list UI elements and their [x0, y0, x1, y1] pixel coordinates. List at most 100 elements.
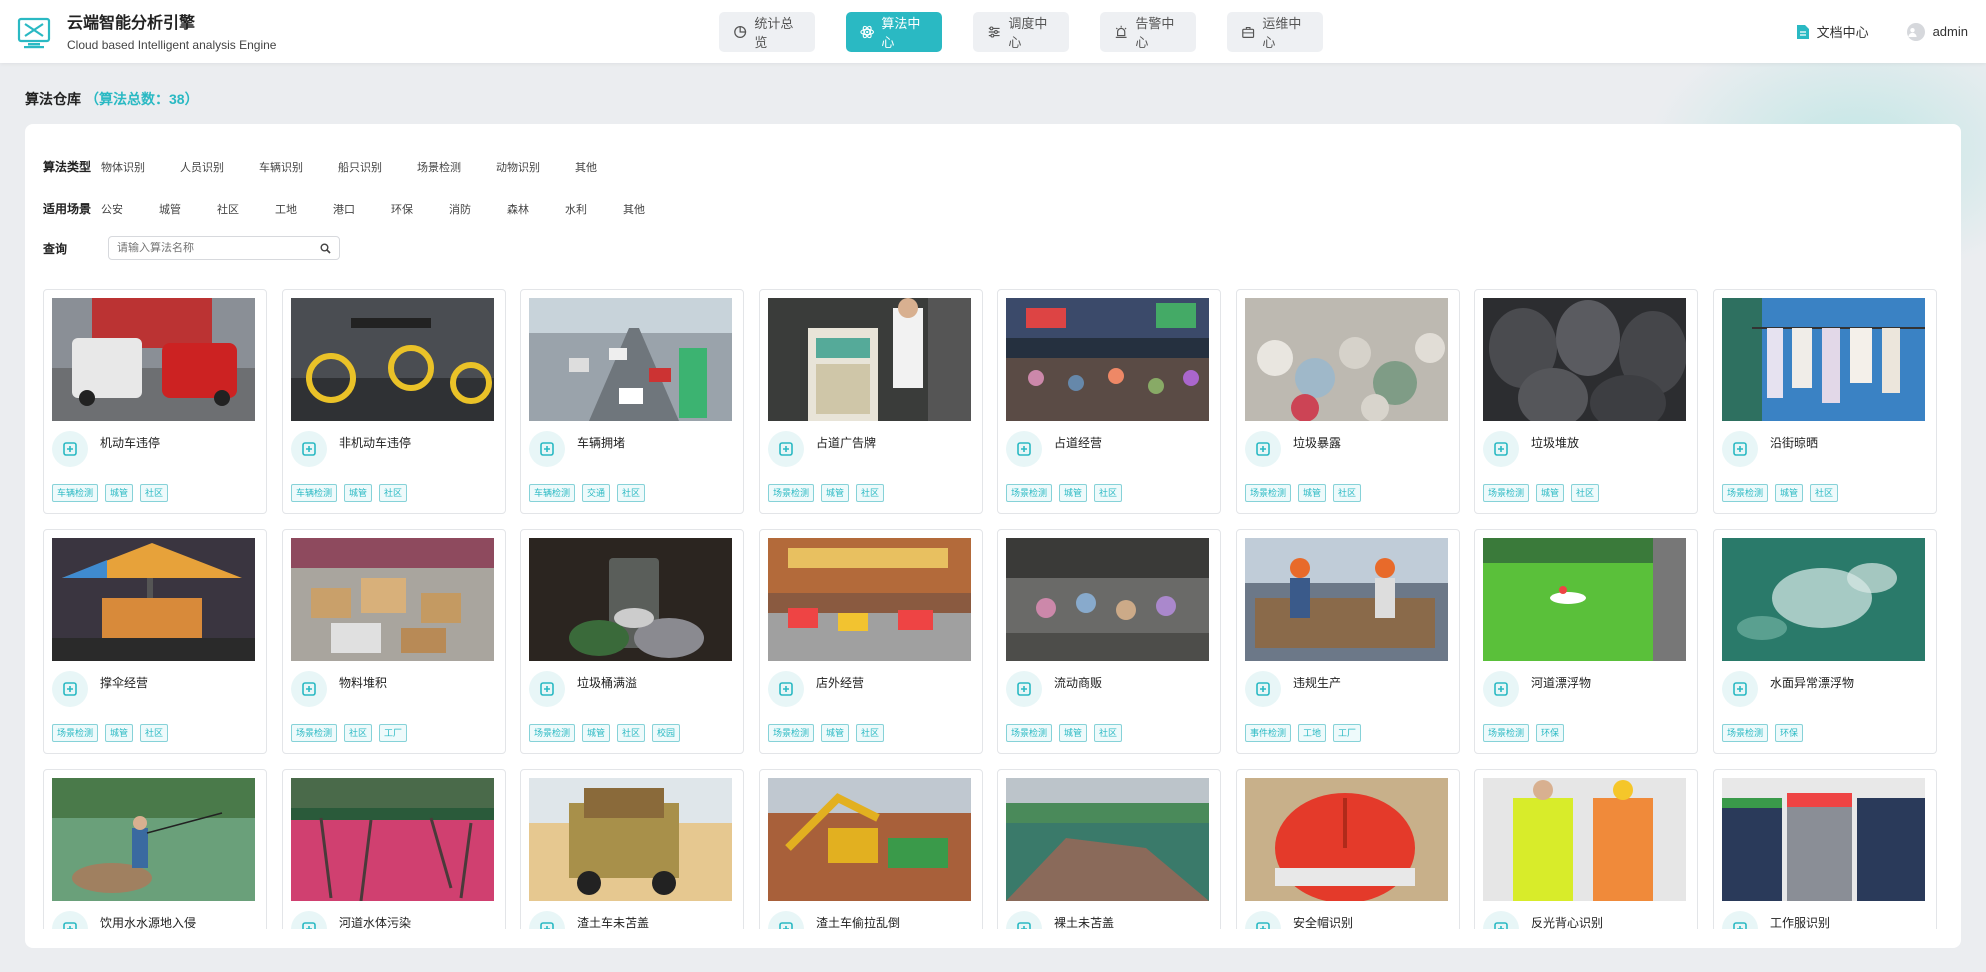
tag: 社区: [1094, 724, 1123, 742]
algorithm-name: 非机动车违停: [339, 436, 412, 450]
filter-type-option[interactable]: 物体识别: [101, 159, 180, 175]
tag: 城管: [105, 484, 134, 502]
nav-label: 算法中心: [881, 16, 921, 50]
algorithm-thumbnail: [1722, 298, 1925, 421]
truck-icon: [529, 911, 565, 929]
truck-dump-icon: [768, 911, 804, 929]
filter-label: 算法类型: [43, 160, 92, 174]
filter-scene-option[interactable]: 环保: [391, 201, 449, 217]
page-title-text: 算法仓库: [25, 91, 81, 107]
header-right: 文档中心 admin: [1758, 0, 1968, 63]
filter-scene-option[interactable]: 港口: [333, 201, 391, 217]
filter-scene-option[interactable]: 水利: [565, 201, 623, 217]
algorithm-card[interactable]: 工作服识别: [1713, 769, 1937, 929]
tag-list: 场景检测 环保: [1722, 724, 1810, 742]
algorithm-card[interactable]: 占道广告牌 场景检测 城管 社区: [759, 289, 983, 514]
nav-algorithm-center[interactable]: 算法中心: [846, 12, 942, 52]
algorithm-card[interactable]: 违规生产 事件检测 工地 工厂: [1236, 529, 1460, 754]
algorithm-card[interactable]: 河道水体污染: [282, 769, 506, 929]
filter-type-option[interactable]: 场景检测: [417, 159, 496, 175]
algorithm-card[interactable]: 垃圾暴露 场景检测 城管 社区: [1236, 289, 1460, 514]
algorithm-card[interactable]: 机动车违停 车辆检测 城管 社区: [43, 289, 267, 514]
pollution-icon: [291, 911, 327, 929]
algorithm-thumbnail: [1006, 778, 1209, 901]
algorithm-card[interactable]: 渣土车偷拉乱倒: [759, 769, 983, 929]
filter-scene-option[interactable]: 森林: [507, 201, 565, 217]
algorithm-grid: 机动车违停 车辆检测 城管 社区 非机动车违停 车辆检测 城管 社区 车辆拥堵 车辆检测 交通 社区占…: [43, 289, 1948, 929]
algorithm-card[interactable]: 物料堆积 场景检测 社区 工厂: [282, 529, 506, 754]
filter-type-option[interactable]: 人员识别: [180, 159, 259, 175]
algorithm-card[interactable]: 垃圾堆放 场景检测 城管 社区: [1474, 289, 1698, 514]
filter-scene-option[interactable]: 工地: [275, 201, 333, 217]
algorithm-card[interactable]: 车辆拥堵 车辆检测 交通 社区: [520, 289, 744, 514]
algorithm-thumbnail: [1483, 298, 1686, 421]
nav-alarm-center[interactable]: 告警中心: [1100, 12, 1196, 52]
nav-ops-center[interactable]: 运维中心: [1227, 12, 1323, 52]
algorithm-card[interactable]: 撑伞经营 场景检测 城管 社区: [43, 529, 267, 754]
algorithm-card[interactable]: 裸土未苫盖: [997, 769, 1221, 929]
tag: 城管: [344, 484, 373, 502]
filter-scene-option[interactable]: 公安: [101, 201, 159, 217]
tag: 场景检测: [1245, 484, 1292, 502]
filter-scene-option[interactable]: 消防: [449, 201, 507, 217]
algorithm-card[interactable]: 沿街晾晒 场景检测 城管 社区: [1713, 289, 1937, 514]
tag: 场景检测: [52, 724, 99, 742]
brand[interactable]: 云端智能分析引擎 Cloud based Intelligent analysi…: [17, 14, 276, 52]
filter-scene-option[interactable]: 社区: [217, 201, 275, 217]
algorithm-thumbnail: [52, 538, 255, 661]
filter-type-option[interactable]: 其他: [575, 159, 654, 175]
tag: 场景检测: [1006, 484, 1053, 502]
tag: 场景检测: [291, 724, 338, 742]
username: admin: [1932, 24, 1968, 39]
algorithm-card[interactable]: 饮用水水源地入侵: [43, 769, 267, 929]
algorithm-thumbnail: [1483, 538, 1686, 661]
search-icon[interactable]: [320, 243, 331, 254]
tag-list: 场景检测 社区 工厂: [291, 724, 414, 742]
tag: 交通: [582, 484, 611, 502]
tag-list: 场景检测 城管 社区: [52, 724, 175, 742]
document-icon: [1796, 24, 1809, 39]
algorithm-card[interactable]: 流动商贩 场景检测 城管 社区: [997, 529, 1221, 754]
filter-type-option[interactable]: 动物识别: [496, 159, 575, 175]
filter-scene-option[interactable]: 城管: [159, 201, 217, 217]
search-input[interactable]: [117, 242, 307, 254]
nav-label: 统计总览: [754, 16, 794, 50]
nav-label: 运维中心: [1262, 16, 1302, 50]
docs-center-link[interactable]: 文档中心: [1796, 22, 1869, 41]
tag-list: 场景检测 城管 社区: [1245, 484, 1368, 502]
brand-subtitle: Cloud based Intelligent analysis Engine: [67, 38, 277, 52]
user-menu[interactable]: admin: [1906, 22, 1968, 41]
algorithm-card[interactable]: 水面异常漂浮物 场景检测 环保: [1713, 529, 1937, 754]
nav-dispatch-center[interactable]: 调度中心: [973, 12, 1069, 52]
algorithm-thumbnail: [52, 778, 255, 901]
pie-chart-icon: [734, 25, 747, 39]
algorithm-name: 沿街晾晒: [1770, 436, 1819, 450]
algorithm-card[interactable]: 安全帽识别: [1236, 769, 1460, 929]
soil-icon: [1006, 911, 1042, 929]
tag: 城管: [105, 724, 134, 742]
algorithm-name: 垃圾桶满溢: [577, 676, 638, 690]
nav-stats-overview[interactable]: 统计总览: [719, 12, 815, 52]
billboard-icon: [768, 431, 804, 467]
filter-scene-option[interactable]: 其他: [623, 201, 681, 217]
algorithm-card[interactable]: 反光背心识别: [1474, 769, 1698, 929]
search-box[interactable]: [108, 236, 340, 260]
algorithm-card[interactable]: 渣土车未苫盖: [520, 769, 744, 929]
clothes-hanger-icon: [1722, 431, 1758, 467]
garbage-pile-icon: [1483, 431, 1519, 467]
algorithm-card[interactable]: 占道经营 场景检测 城管 社区: [997, 289, 1221, 514]
algorithm-card[interactable]: 垃圾桶满溢 场景检测 城管 社区 校园: [520, 529, 744, 754]
algorithm-name: 店外经营: [816, 676, 865, 690]
tag: 环保: [1775, 724, 1804, 742]
filter-type-option[interactable]: 船只识别: [338, 159, 417, 175]
algorithm-card[interactable]: 非机动车违停 车辆检测 城管 社区: [282, 289, 506, 514]
algorithm-card[interactable]: 店外经营 场景检测 城管 社区: [759, 529, 983, 754]
tag: 城管: [821, 484, 850, 502]
filter-type-option[interactable]: 车辆识别: [259, 159, 338, 175]
algorithm-name: 渣土车偷拉乱倒: [816, 916, 901, 929]
tag: 场景检测: [1006, 724, 1053, 742]
tag: 社区: [856, 484, 885, 502]
algorithm-card[interactable]: 河道漂浮物 场景检测 环保: [1474, 529, 1698, 754]
trash-icon: [1245, 431, 1281, 467]
tag: 社区: [1571, 484, 1600, 502]
